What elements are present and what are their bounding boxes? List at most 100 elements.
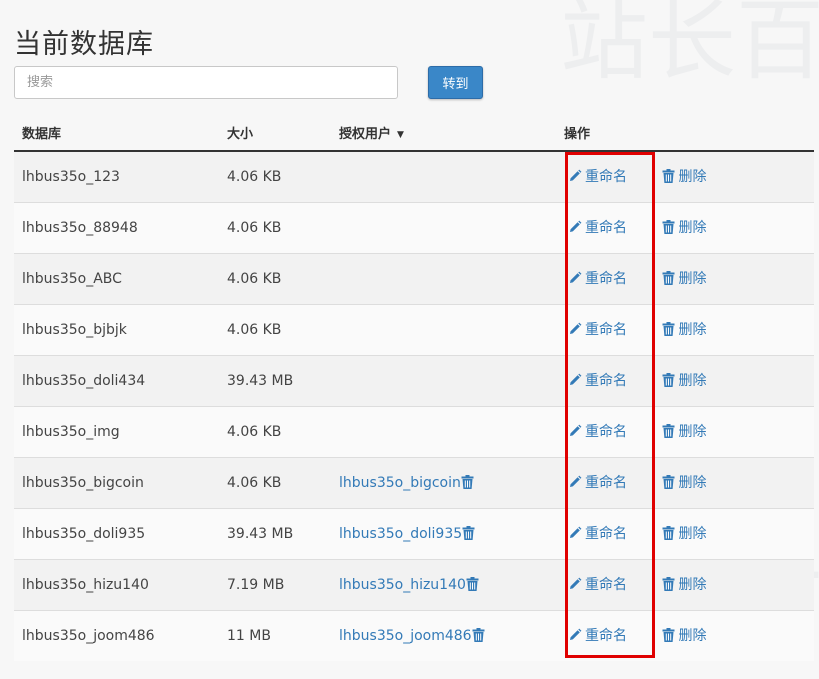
actions-cell: 重命名 删除 bbox=[556, 609, 814, 661]
delete-button[interactable]: 删除 bbox=[662, 574, 706, 594]
rename-button[interactable]: 重命名 bbox=[568, 523, 627, 543]
table-row: lhbus35o_doli434 39.43 MB 重命名 删除 bbox=[14, 354, 814, 406]
rename-label: 重命名 bbox=[585, 169, 627, 186]
actions-cell: 重命名 删除 bbox=[556, 507, 814, 559]
delete-button[interactable]: 删除 bbox=[662, 217, 706, 237]
pencil-icon bbox=[570, 577, 582, 589]
watermark: 站长百科 bbox=[560, 0, 819, 92]
delete-label: 删除 bbox=[678, 424, 707, 440]
trash-icon bbox=[662, 373, 675, 387]
rename-button[interactable]: 重命名 bbox=[568, 574, 627, 594]
authorized-users: lhbus35o_doli935 bbox=[331, 507, 556, 559]
authorized-user-link[interactable]: lhbus35o_joom486 bbox=[339, 628, 472, 644]
search-input[interactable] bbox=[14, 66, 398, 99]
authorized-users bbox=[331, 252, 556, 304]
database-size: 4.06 KB bbox=[219, 456, 331, 508]
authorized-user-link[interactable]: lhbus35o_bigcoin bbox=[339, 475, 461, 491]
delete-button[interactable]: 删除 bbox=[662, 319, 706, 339]
table-row: lhbus35o_123 4.06 KB 重命名 删除 bbox=[14, 150, 814, 202]
actions-cell: 重命名 删除 bbox=[556, 456, 814, 508]
rename-button[interactable]: 重命名 bbox=[568, 625, 627, 645]
actions-cell: 重命名 删除 bbox=[556, 354, 814, 406]
delete-label: 删除 bbox=[678, 220, 707, 236]
trash-icon bbox=[662, 271, 675, 285]
rename-label: 重命名 bbox=[585, 577, 627, 593]
database-name: lhbus35o_123 bbox=[14, 150, 219, 202]
database-size: 39.43 MB bbox=[219, 507, 331, 559]
rename-label: 重命名 bbox=[585, 373, 627, 389]
rename-button[interactable]: 重命名 bbox=[568, 217, 627, 237]
column-header-size[interactable]: 大小 bbox=[219, 115, 331, 152]
trash-icon bbox=[662, 628, 675, 643]
table-row: lhbus35o_bigcoin 4.06 KB lhbus35o_bigcoi… bbox=[14, 456, 814, 508]
database-name: lhbus35o_88948 bbox=[14, 201, 219, 253]
column-header-database[interactable]: 数据库 bbox=[14, 115, 219, 152]
authorized-users bbox=[331, 303, 556, 355]
rename-label: 重命名 bbox=[585, 322, 627, 338]
trash-icon bbox=[662, 169, 675, 184]
database-size: 4.06 KB bbox=[219, 405, 331, 457]
table-body: lhbus35o_123 4.06 KB 重命名 删除 lhbus35o_889… bbox=[14, 150, 814, 661]
rename-button[interactable]: 重命名 bbox=[568, 421, 627, 441]
pencil-icon bbox=[570, 169, 582, 182]
page: 站长百科 站长百科 站长百科 当前数据库 转到 数据库 大小 授权用户▼ 操作 … bbox=[0, 0, 819, 679]
page-title: 当前数据库 bbox=[14, 29, 154, 60]
delete-label: 删除 bbox=[678, 169, 707, 186]
authorized-users: lhbus35o_bigcoin bbox=[331, 456, 556, 508]
delete-button[interactable]: 删除 bbox=[662, 268, 706, 288]
delete-label: 删除 bbox=[678, 577, 707, 593]
database-name: lhbus35o_bigcoin bbox=[14, 456, 219, 508]
authorized-users: lhbus35o_hizu140 bbox=[331, 558, 556, 610]
database-name: lhbus35o_doli434 bbox=[14, 354, 219, 406]
pencil-icon bbox=[570, 475, 582, 487]
rename-label: 重命名 bbox=[585, 526, 627, 542]
rename-button[interactable]: 重命名 bbox=[568, 268, 627, 288]
database-name: lhbus35o_ABC bbox=[14, 252, 219, 304]
authorized-users bbox=[331, 354, 556, 406]
rename-button[interactable]: 重命名 bbox=[568, 472, 627, 492]
delete-label: 删除 bbox=[678, 526, 707, 542]
trash-icon[interactable] bbox=[461, 474, 474, 489]
delete-label: 删除 bbox=[678, 628, 707, 645]
trash-icon bbox=[662, 322, 675, 336]
rename-label: 重命名 bbox=[585, 628, 627, 645]
trash-icon bbox=[662, 220, 675, 234]
column-header-actions: 操作 bbox=[556, 115, 814, 152]
delete-label: 删除 bbox=[678, 475, 707, 491]
database-size: 11 MB bbox=[219, 609, 331, 661]
rename-button[interactable]: 重命名 bbox=[568, 166, 627, 186]
table-row: lhbus35o_hizu140 7.19 MB lhbus35o_hizu14… bbox=[14, 558, 814, 610]
authorized-user-link[interactable]: lhbus35o_hizu140 bbox=[339, 577, 466, 593]
pencil-icon bbox=[570, 322, 582, 334]
table-row: lhbus35o_ABC 4.06 KB 重命名 删除 bbox=[14, 252, 814, 304]
rename-label: 重命名 bbox=[585, 424, 627, 440]
rename-label: 重命名 bbox=[585, 220, 627, 236]
table-header-row: 数据库 大小 授权用户 ▼ 操作 bbox=[14, 115, 814, 152]
table-row: lhbus35o_bjbjk 4.06 KB 重命名 删除 bbox=[14, 303, 814, 355]
trash-icon[interactable] bbox=[466, 576, 479, 591]
delete-button[interactable]: 删除 bbox=[662, 625, 706, 645]
delete-button[interactable]: 删除 bbox=[662, 166, 706, 186]
database-size: 4.06 KB bbox=[219, 201, 331, 253]
go-button[interactable]: 转到 bbox=[428, 66, 483, 99]
database-size: 4.06 KB bbox=[219, 303, 331, 355]
table-row: lhbus35o_doli935 39.43 MB lhbus35o_doli9… bbox=[14, 507, 814, 559]
delete-button[interactable]: 删除 bbox=[662, 472, 706, 492]
delete-button[interactable]: 删除 bbox=[662, 421, 706, 441]
trash-icon[interactable] bbox=[462, 525, 475, 540]
authorized-users bbox=[331, 150, 556, 202]
trash-icon bbox=[662, 475, 675, 489]
authorized-users bbox=[331, 201, 556, 253]
trash-icon[interactable] bbox=[472, 627, 485, 642]
pencil-icon bbox=[570, 424, 582, 436]
column-header-users[interactable]: 授权用户 ▼ bbox=[331, 115, 556, 152]
rename-button[interactable]: 重命名 bbox=[568, 319, 627, 339]
table-row: lhbus35o_joom486 11 MB lhbus35o_joom486 … bbox=[14, 609, 814, 661]
database-name: lhbus35o_img bbox=[14, 405, 219, 457]
delete-button[interactable]: 删除 bbox=[662, 523, 706, 543]
rename-button[interactable]: 重命名 bbox=[568, 370, 627, 390]
delete-label: 删除 bbox=[678, 271, 707, 287]
trash-icon bbox=[662, 577, 675, 591]
delete-button[interactable]: 删除 bbox=[662, 370, 706, 390]
authorized-user-link[interactable]: lhbus35o_doli935 bbox=[339, 526, 462, 542]
